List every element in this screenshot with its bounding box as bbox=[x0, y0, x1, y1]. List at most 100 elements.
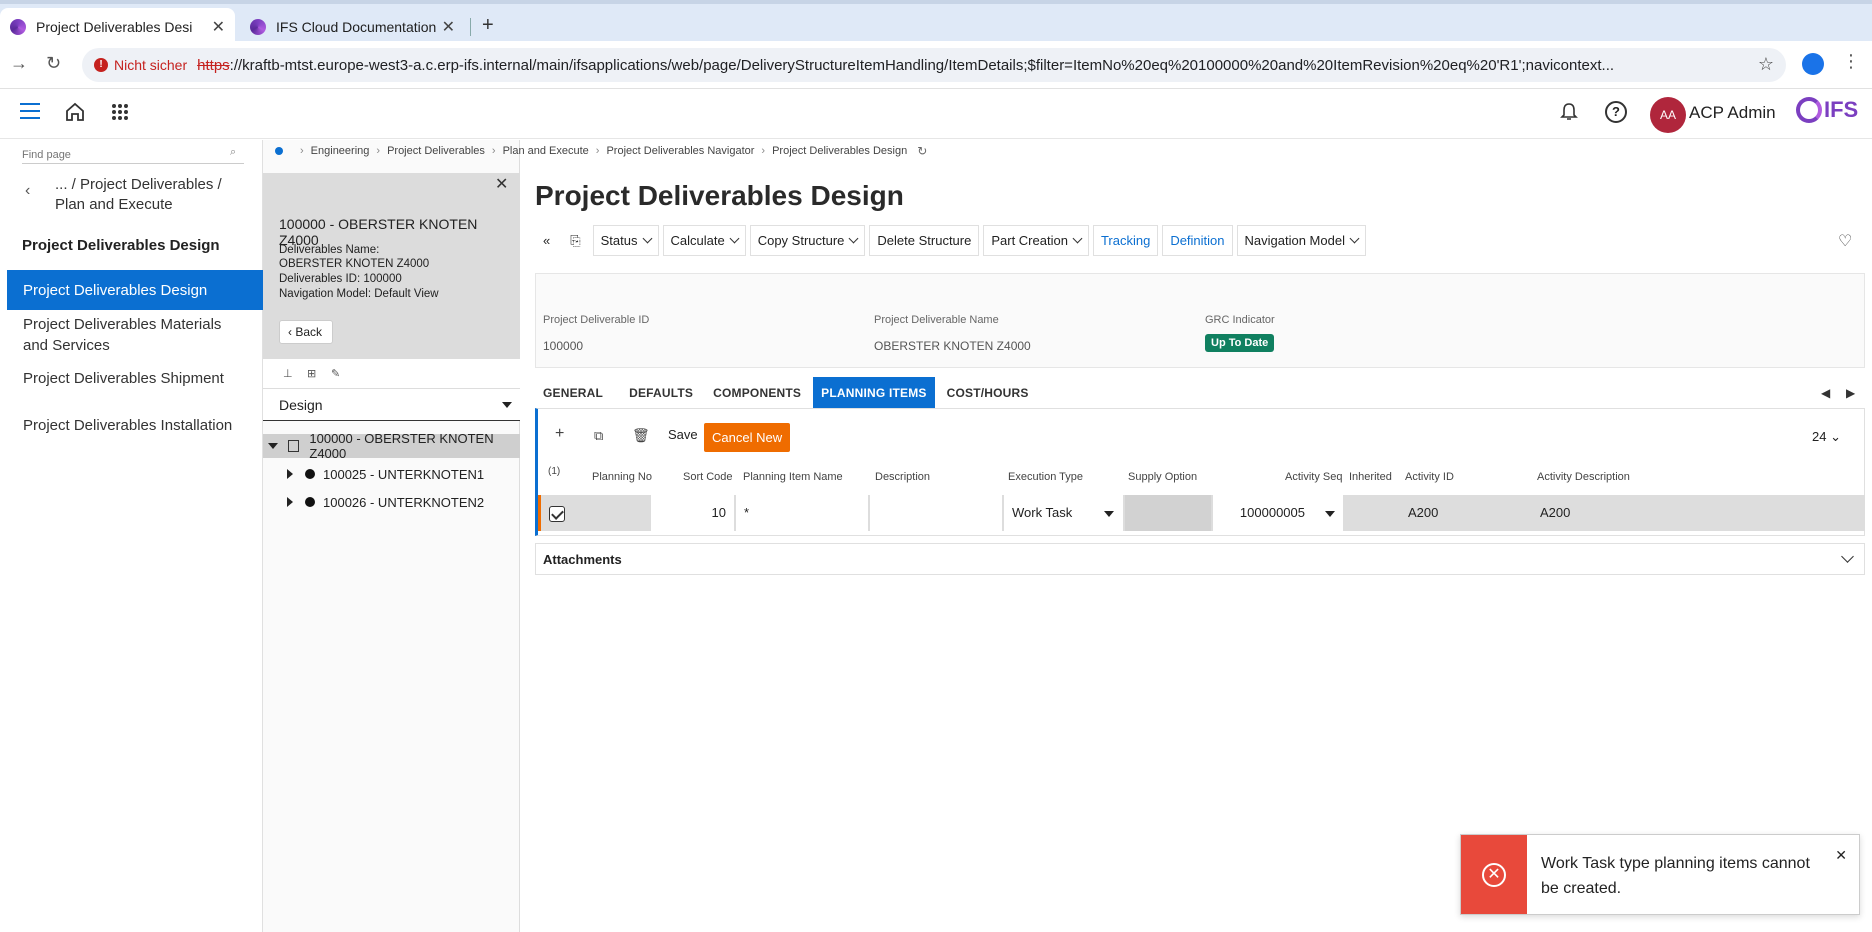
security-indicator[interactable]: ! Nicht sicher bbox=[94, 57, 187, 73]
chevron-down-icon[interactable] bbox=[1841, 550, 1854, 563]
nav-item-installation[interactable]: Project Deliverables Installation bbox=[7, 412, 263, 438]
collapse-left-icon[interactable]: « bbox=[535, 225, 559, 256]
info-line: Deliverables Name: bbox=[279, 244, 380, 256]
column-header[interactable]: Execution Type bbox=[1008, 471, 1083, 483]
activity-seq-select[interactable]: 100000005 bbox=[1213, 495, 1343, 531]
pin-icon[interactable]: ⊥ bbox=[283, 367, 293, 380]
user-avatar[interactable]: AA bbox=[1650, 97, 1686, 133]
tab-scroll-left-icon[interactable]: ◀ bbox=[1821, 386, 1830, 400]
add-icon[interactable]: + bbox=[555, 425, 564, 443]
nav-back-icon[interactable]: ‹ bbox=[25, 182, 30, 200]
definition-link[interactable]: Definition bbox=[1162, 225, 1233, 256]
execution-type-value: Work Task bbox=[1012, 505, 1073, 520]
tracking-link[interactable]: Tracking bbox=[1092, 225, 1159, 256]
column-header[interactable]: Activity Seq bbox=[1285, 471, 1342, 483]
calculate-button[interactable]: Calculate bbox=[662, 225, 746, 256]
reload-icon[interactable]: ↻ bbox=[46, 53, 61, 74]
hamburger-menu-icon[interactable] bbox=[20, 103, 40, 119]
table-row[interactable]: 10 * Work Task 100000005 A200 A200 bbox=[538, 495, 1865, 531]
new-tab-icon[interactable]: + bbox=[482, 14, 494, 37]
column-header[interactable]: Activity ID bbox=[1405, 471, 1454, 483]
view-select[interactable]: Design bbox=[263, 389, 520, 421]
browser-toolbar: → ↻ ! Nicht sicher https ://kraftb-mtst.… bbox=[0, 41, 1872, 89]
breadcrumb-item[interactable]: Engineering bbox=[311, 145, 370, 157]
selected-count[interactable]: (1) bbox=[548, 466, 560, 477]
column-header[interactable]: Sort Code bbox=[683, 471, 733, 483]
tree-node[interactable]: 100026 - UNTERKNOTEN2 bbox=[263, 490, 520, 514]
cancel-new-button[interactable]: Cancel New bbox=[704, 423, 791, 452]
save-button[interactable]: Save bbox=[668, 427, 698, 442]
supply-option-cell[interactable] bbox=[1125, 495, 1211, 531]
close-panel-icon[interactable]: ✕ bbox=[495, 174, 508, 194]
browser-tab-active[interactable]: Project Deliverables Desi ✕ bbox=[0, 8, 235, 45]
planning-item-name-cell[interactable]: * bbox=[736, 495, 868, 531]
info-line: Deliverables ID: 100000 bbox=[279, 273, 402, 285]
duplicate-icon[interactable]: ⧉ bbox=[594, 428, 603, 444]
column-header[interactable]: Planning No bbox=[592, 471, 652, 483]
status-button[interactable]: Status bbox=[592, 225, 659, 256]
navigation-model-button[interactable]: Navigation Model bbox=[1236, 225, 1366, 256]
nav-item-materials[interactable]: Project Deliverables Materials and Servi… bbox=[7, 312, 263, 358]
breadcrumb-item[interactable]: Project Deliverables bbox=[387, 145, 485, 157]
expand-icon[interactable] bbox=[287, 469, 293, 479]
tab-defaults[interactable]: DEFAULTS bbox=[621, 377, 701, 408]
help-icon[interactable]: ? bbox=[1605, 101, 1627, 123]
column-header[interactable]: Inherited bbox=[1349, 471, 1392, 483]
column-header[interactable]: Supply Option bbox=[1128, 471, 1197, 483]
refresh-icon[interactable]: ↻ bbox=[917, 144, 927, 158]
nav-item-shipment[interactable]: Project Deliverables Shipment bbox=[7, 365, 263, 391]
bookmark-star-icon[interactable]: ☆ bbox=[1758, 54, 1774, 75]
chevron-down-icon bbox=[1349, 233, 1360, 244]
delete-structure-button[interactable]: Delete Structure bbox=[869, 225, 980, 256]
notification-bell-icon[interactable] bbox=[1560, 102, 1578, 122]
app-launcher-icon[interactable] bbox=[112, 104, 128, 120]
nav-item-design[interactable]: Project Deliverables Design bbox=[7, 270, 263, 310]
column-header[interactable]: Activity Description bbox=[1537, 471, 1630, 483]
breadcrumb-item[interactable]: Plan and Execute bbox=[503, 145, 589, 157]
collapse-icon[interactable] bbox=[268, 443, 278, 449]
user-name[interactable]: ACP Admin bbox=[1689, 103, 1776, 123]
command-bar: « ⎘ Status Calculate Copy Structure Dele… bbox=[535, 225, 1370, 256]
close-tab-icon[interactable]: ✕ bbox=[212, 17, 225, 37]
tree-node[interactable]: 100025 - UNTERKNOTEN1 bbox=[263, 462, 520, 486]
tab-scroll-right-icon[interactable]: ▶ bbox=[1846, 386, 1855, 400]
execution-type-select[interactable]: Work Task bbox=[1004, 495, 1123, 531]
nav-section-title: Project Deliverables Design bbox=[22, 237, 220, 254]
find-page-input[interactable] bbox=[22, 146, 244, 164]
planning-items-grid: + ⧉ 🗑 Save Cancel New 24 ⌄ (1) Planning … bbox=[535, 408, 1865, 536]
description-cell[interactable] bbox=[870, 495, 1002, 531]
error-toast: ✕ Work Task type planning items cannot b… bbox=[1460, 834, 1860, 915]
column-header[interactable]: Planning Item Name bbox=[743, 471, 843, 483]
address-bar[interactable]: ! Nicht sicher https ://kraftb-mtst.euro… bbox=[82, 48, 1786, 82]
breadcrumb-item[interactable]: Project Deliverables Navigator bbox=[606, 145, 754, 157]
favorite-heart-icon[interactable]: ♡ bbox=[1838, 231, 1852, 251]
attachment-icon[interactable]: ⎘ bbox=[562, 225, 589, 256]
column-header[interactable]: Description bbox=[875, 471, 930, 483]
expand-icon[interactable] bbox=[287, 497, 293, 507]
close-tab-icon[interactable]: ✕ bbox=[442, 17, 455, 37]
profile-icon[interactable] bbox=[1802, 53, 1824, 75]
forward-icon[interactable]: → bbox=[10, 53, 28, 74]
tab-cost-hours[interactable]: COST/HOURS bbox=[939, 377, 1037, 408]
tree-icon[interactable]: ⊞ bbox=[307, 367, 316, 380]
browser-menu-icon[interactable]: ⋮ bbox=[1842, 51, 1860, 72]
close-toast-icon[interactable]: ✕ bbox=[1835, 847, 1847, 864]
copy-structure-button[interactable]: Copy Structure bbox=[749, 225, 866, 256]
browser-tab[interactable]: IFS Cloud Documentation ✕ bbox=[240, 8, 465, 45]
sort-code-cell[interactable]: 10 bbox=[651, 495, 734, 531]
edit-icon[interactable]: ✎ bbox=[331, 367, 340, 380]
tree-node-root[interactable]: 100000 - OBERSTER KNOTEN Z4000 bbox=[263, 431, 520, 461]
page-size-select[interactable]: 24 ⌄ bbox=[1812, 429, 1841, 445]
row-checkbox[interactable] bbox=[549, 506, 565, 522]
search-icon[interactable]: ⌕ bbox=[230, 146, 236, 159]
back-button[interactable]: ‹ Back bbox=[279, 320, 334, 344]
home-dot-icon[interactable] bbox=[275, 147, 283, 155]
tab-components[interactable]: COMPONENTS bbox=[705, 377, 809, 408]
tab-planning-items[interactable]: PLANNING ITEMS bbox=[813, 377, 935, 408]
delete-icon[interactable]: 🗑 bbox=[632, 427, 650, 444]
tab-general[interactable]: GENERAL bbox=[535, 377, 611, 408]
nav-path[interactable]: ... / Project Deliverables / Plan and Ex… bbox=[55, 175, 255, 215]
part-creation-button[interactable]: Part Creation bbox=[983, 225, 1089, 256]
attachments-panel[interactable]: Attachments bbox=[535, 543, 1865, 575]
home-icon[interactable] bbox=[64, 101, 86, 123]
